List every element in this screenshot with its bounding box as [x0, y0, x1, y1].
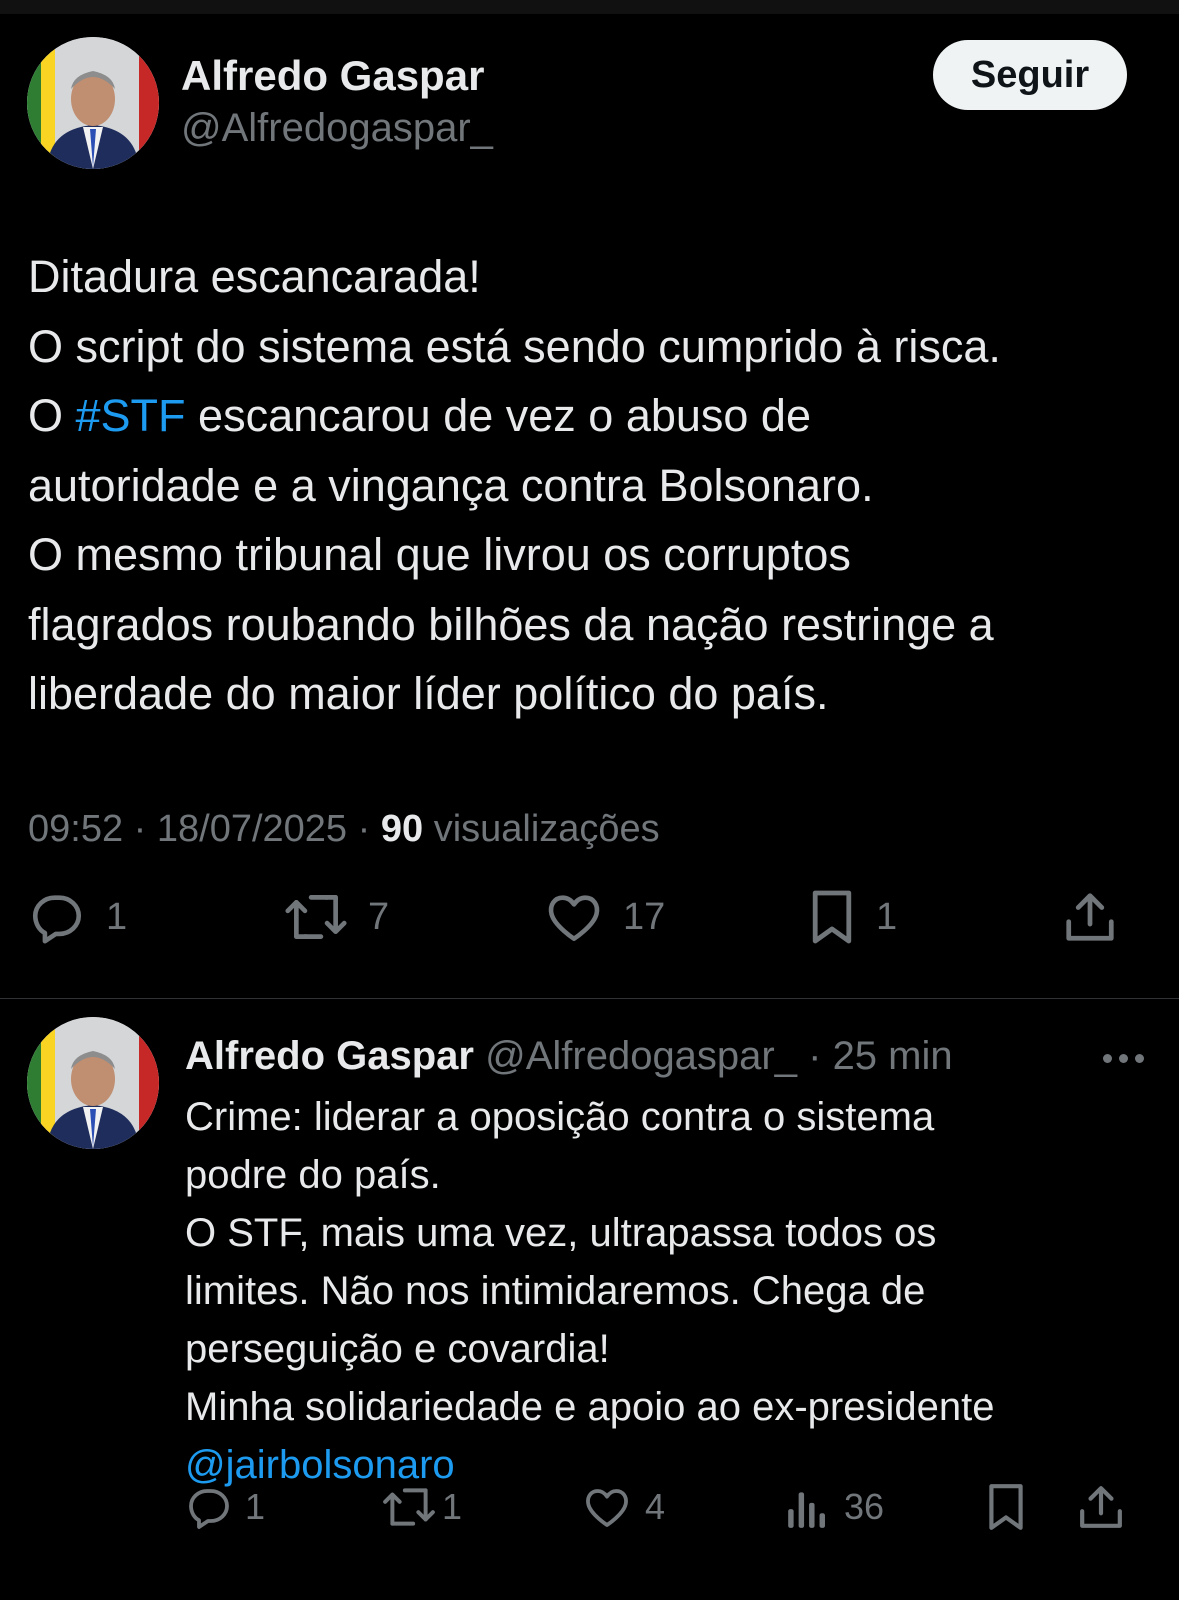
repost-icon: [284, 890, 348, 944]
share-icon: [1078, 1484, 1124, 1530]
reply-line: perseguição e covardia!: [185, 1327, 610, 1371]
reply-line: podre do país.: [185, 1153, 441, 1197]
tweet-line: O mesmo tribunal que livrou os corruptos: [28, 529, 851, 580]
author-avatar[interactable]: [27, 37, 159, 169]
follow-button[interactable]: Seguir: [933, 40, 1127, 110]
tweet-line: flagrados roubando bilhões da nação rest…: [28, 598, 994, 650]
reply-like-count: 4: [645, 1486, 666, 1527]
reply-share-button[interactable]: [1078, 1484, 1124, 1530]
reply-text: Crime: liderar a oposição contra o siste…: [185, 1088, 1165, 1494]
tweet-date[interactable]: 18/07/2025: [157, 808, 347, 850]
tweet-time[interactable]: 09:52: [28, 808, 123, 850]
bookmark-icon: [985, 1482, 1027, 1532]
views-label: visualizações: [433, 808, 660, 850]
reply-repost-button[interactable]: 1: [382, 1484, 462, 1530]
like-icon: [545, 890, 603, 944]
reply-like-button[interactable]: 4: [583, 1484, 665, 1530]
share-button[interactable]: [1064, 890, 1116, 944]
reply-icon: [28, 890, 86, 944]
like-icon: [583, 1484, 631, 1530]
reply-count: 1: [106, 895, 128, 938]
reply-line: Minha solidariedade e apoio ao ex-presid…: [185, 1385, 995, 1429]
like-count: 17: [623, 895, 666, 938]
tweet-line: liberdade do maior líder político do paí…: [28, 668, 829, 719]
repost-count: 7: [368, 895, 390, 938]
repost-icon: [382, 1484, 436, 1530]
reply-author-name[interactable]: Alfredo Gaspar: [185, 1034, 474, 1078]
reply-reply-count: 1: [245, 1486, 266, 1527]
views-count: 90: [380, 808, 424, 850]
bookmark-icon: [808, 888, 856, 946]
reply-button[interactable]: 1: [28, 890, 127, 944]
reply-line: O STF, mais uma vez, ultrapassa todos os: [185, 1211, 937, 1255]
more-icon[interactable]: [1103, 1054, 1144, 1063]
reply-bookmark-button[interactable]: [985, 1482, 1027, 1532]
reply-views-count: 36: [844, 1486, 885, 1527]
tweet-line: Ditadura escancarada!: [28, 251, 481, 302]
tweet-text-fragment: O: [28, 390, 76, 441]
tweet-line: O #STF escancarou de vez o abuso de: [28, 381, 1158, 451]
reply-line: limites. Não nos intimidaremos. Chega de: [185, 1269, 926, 1313]
tweet-divider: [0, 998, 1179, 999]
reply-views-button[interactable]: 36: [786, 1484, 884, 1530]
repost-button[interactable]: 7: [284, 890, 389, 944]
like-button[interactable]: 17: [545, 890, 665, 944]
reply-icon: [185, 1484, 233, 1530]
views-icon: [786, 1484, 828, 1530]
share-icon: [1064, 890, 1116, 944]
reply-reply-button[interactable]: 1: [185, 1484, 265, 1530]
reply-line: Crime: liderar a oposição contra o siste…: [185, 1095, 935, 1139]
tweet-line: autoridade e a vingança contra Bolsonaro…: [28, 459, 874, 511]
reply-author-handle[interactable]: @Alfredogaspar_: [485, 1034, 797, 1078]
tweet-text: Ditadura escancarada! O script do sistem…: [28, 242, 1158, 729]
hashtag-stf-link[interactable]: #STF: [76, 390, 186, 441]
reply-header: Alfredo Gaspar @Alfredogaspar_ · 25 min: [185, 1034, 953, 1078]
bookmark-count: 1: [876, 895, 898, 938]
reply-author-avatar[interactable]: [27, 1017, 159, 1149]
top-status-strip: [0, 0, 1179, 14]
author-handle[interactable]: @Alfredogaspar_: [181, 106, 493, 151]
tweet-text-fragment: escancarou de vez o abuso de: [185, 390, 811, 441]
reply-time-ago[interactable]: 25 min: [833, 1034, 953, 1078]
reply-repost-count: 1: [442, 1486, 463, 1527]
tweet-line: O script do sistema está sendo cumprido …: [28, 320, 1001, 372]
author-name[interactable]: Alfredo Gaspar: [181, 52, 484, 100]
tweet-meta: 09:52 · 18/07/2025 · 90 visualizações: [28, 808, 660, 850]
bookmark-button[interactable]: 1: [808, 888, 897, 946]
